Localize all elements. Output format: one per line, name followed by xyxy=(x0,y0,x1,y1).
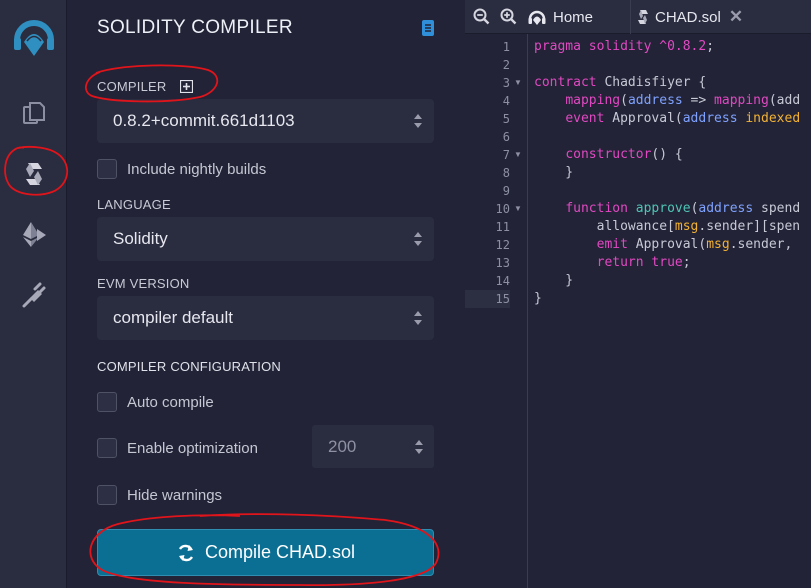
code-line[interactable]: pragma solidity ^0.8.2; xyxy=(534,38,714,56)
nightly-builds-checkbox[interactable] xyxy=(97,159,117,179)
select-arrows-icon xyxy=(413,308,423,333)
line-number: 12 xyxy=(495,238,510,252)
optimization-checkbox[interactable] xyxy=(97,438,117,458)
panel-title: SOLIDITY COMPILER xyxy=(97,17,293,38)
code-line[interactable]: mapping(address => mapping(add xyxy=(534,92,800,110)
optimization-runs-input[interactable]: 200 xyxy=(312,425,434,468)
code-line[interactable]: emit Approval(msg.sender, xyxy=(534,236,800,254)
line-number: 1 xyxy=(502,40,510,54)
code-area[interactable]: pragma solidity ^0.8.2; contract Chadisfi… xyxy=(528,34,811,588)
code-line[interactable]: contract Chadisfiyer { xyxy=(534,74,706,92)
evm-version-value: compiler default xyxy=(113,308,234,327)
compiler-config-label: COMPILER CONFIGURATION xyxy=(97,359,282,374)
code-line[interactable]: allowance[msg.sender][spen xyxy=(534,218,801,236)
close-tab-icon[interactable]: ✕ xyxy=(729,7,743,27)
zoom-out-icon[interactable] xyxy=(473,8,490,30)
home-icon xyxy=(528,10,546,25)
hide-warnings-checkbox[interactable] xyxy=(97,485,117,505)
compile-button-label: Compile CHAD.sol xyxy=(204,542,356,562)
nightly-builds-row: Include nightly builds xyxy=(97,158,266,180)
line-number: 10 xyxy=(495,202,510,216)
language-select[interactable]: Solidity xyxy=(97,217,434,261)
line-number: 5 xyxy=(502,112,510,126)
line-number: 4 xyxy=(502,94,510,108)
evm-version-select[interactable]: compiler default xyxy=(97,296,434,340)
line-number: 15 xyxy=(465,290,510,308)
compiler-label: COMPILER xyxy=(97,79,194,96)
icon-rail xyxy=(0,0,67,588)
deploy-run-icon[interactable] xyxy=(0,208,67,260)
line-number: 11 xyxy=(495,220,510,234)
tab-chad-sol[interactable]: CHAD.sol ✕ xyxy=(630,0,755,34)
hide-warnings-label: Hide warnings xyxy=(127,486,223,504)
select-arrows-icon xyxy=(414,437,424,462)
language-value: Solidity xyxy=(113,229,168,248)
tab-chad-sol-label: CHAD.sol xyxy=(655,8,721,26)
line-number-gutter: 1 2 3 ▼ 4 5 6 7 ▼ 8 9 10 ▼ 11 12 13 14 15 xyxy=(465,34,528,588)
fold-toggle-icon[interactable]: ▼ xyxy=(514,200,522,218)
optimization-label: Enable optimization xyxy=(127,439,258,457)
code-line[interactable]: } xyxy=(534,272,573,290)
plugin-manager-icon[interactable] xyxy=(0,268,67,320)
hide-warnings-row: Hide warnings xyxy=(97,484,222,506)
select-arrows-icon xyxy=(413,229,423,254)
line-number: 9 xyxy=(502,184,510,198)
select-arrows-icon xyxy=(413,111,423,136)
auto-compile-row: Auto compile xyxy=(97,391,214,413)
compiler-panel: SOLIDITY COMPILER COMPILER 0.8.2+commit.… xyxy=(67,0,465,588)
zoom-in-icon[interactable] xyxy=(500,8,517,30)
language-label: LANGUAGE xyxy=(97,197,171,212)
code-line[interactable]: constructor() { xyxy=(534,146,682,164)
tab-home[interactable]: Home xyxy=(527,0,593,34)
compiler-version-value: 0.8.2+commit.661d1103 xyxy=(113,111,295,130)
compiler-label-text: COMPILER xyxy=(97,79,167,94)
line-number: 6 xyxy=(502,130,510,144)
fold-toggle-icon[interactable]: ▼ xyxy=(514,74,522,92)
add-compiler-icon[interactable] xyxy=(180,79,194,96)
optimization-row: Enable optimization xyxy=(97,437,258,459)
compile-button[interactable]: Compile CHAD.sol xyxy=(97,529,434,576)
code-line[interactable]: return true; xyxy=(534,254,691,272)
code-line[interactable]: event Approval(address indexed xyxy=(534,110,800,128)
editor-tabbar: Home CHAD.sol ✕ xyxy=(465,0,811,34)
tab-home-label: Home xyxy=(553,8,594,26)
line-number: 8 xyxy=(502,166,510,180)
line-number: 3 xyxy=(502,76,510,90)
code-line[interactable]: function approve(address spend xyxy=(534,200,800,218)
solidity-compiler-icon[interactable] xyxy=(0,148,67,200)
auto-compile-checkbox[interactable] xyxy=(97,392,117,412)
refresh-icon xyxy=(178,544,193,561)
fold-toggle-icon[interactable]: ▼ xyxy=(514,146,522,164)
code-line[interactable]: } xyxy=(534,164,573,182)
line-number: 13 xyxy=(495,256,510,270)
remix-logo-icon[interactable] xyxy=(0,10,67,62)
line-number: 14 xyxy=(495,274,510,288)
optimization-runs-value: 200 xyxy=(328,436,357,456)
documentation-icon[interactable] xyxy=(421,19,435,42)
auto-compile-label: Auto compile xyxy=(127,393,214,411)
code-line[interactable]: } xyxy=(534,290,542,308)
line-number: 2 xyxy=(502,58,510,72)
code-editor: Home CHAD.sol ✕ 1 2 3 ▼ 4 5 6 7 ▼ 8 9 10 ▼ 11 12 13 14 15… xyxy=(465,0,811,588)
solidity-file-icon xyxy=(638,10,648,24)
nightly-builds-label: Include nightly builds xyxy=(127,160,267,178)
file-explorer-icon[interactable] xyxy=(0,88,67,140)
evm-version-label: EVM VERSION xyxy=(97,276,190,291)
compiler-version-select[interactable]: 0.8.2+commit.661d1103 xyxy=(97,99,434,143)
line-number: 7 xyxy=(502,148,510,162)
